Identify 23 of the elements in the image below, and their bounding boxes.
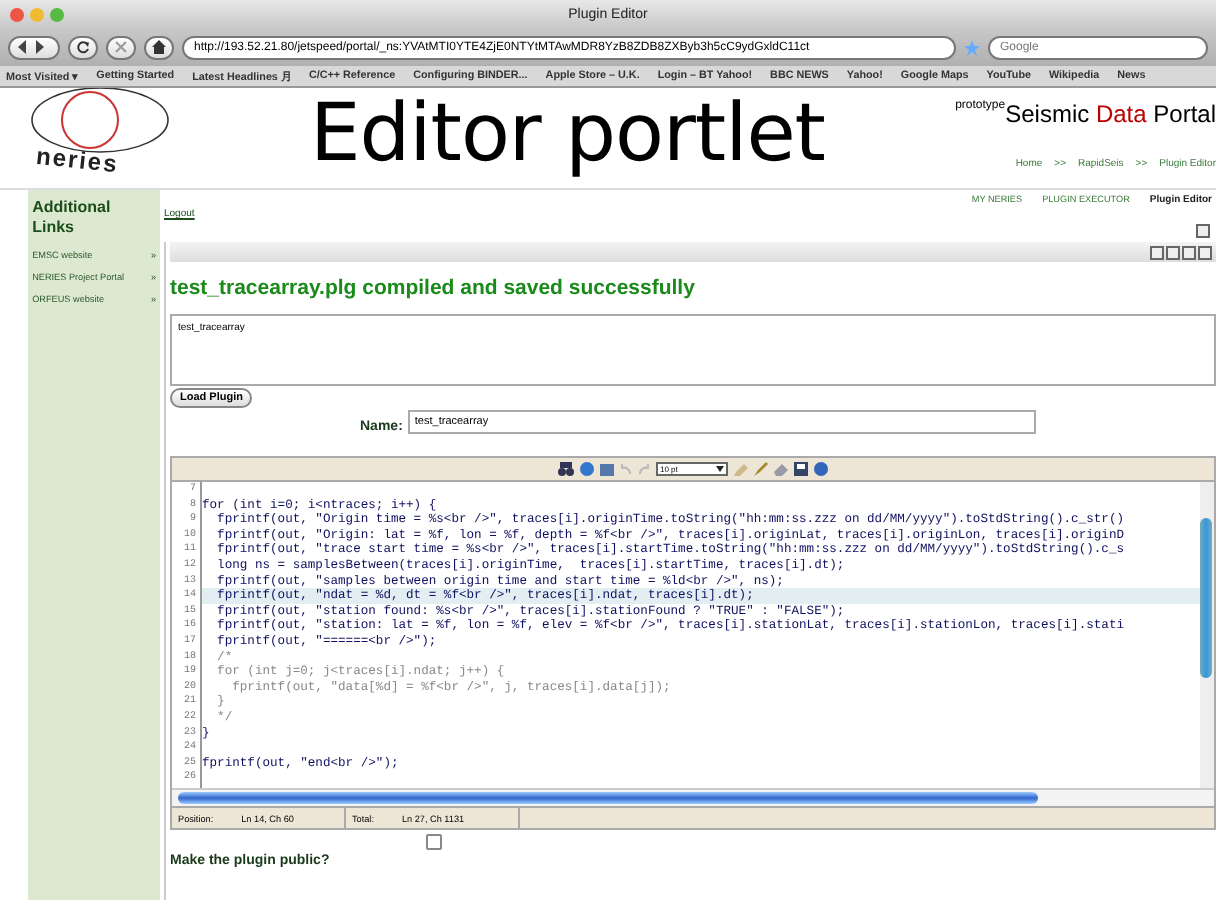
window-button-icon[interactable] (1196, 224, 1210, 238)
brush-icon[interactable] (754, 462, 768, 476)
horizontal-scrollbar[interactable] (172, 788, 1214, 806)
site-brand: Seismic Data Portal (1005, 100, 1216, 128)
public-checkbox[interactable] (426, 834, 442, 850)
reload-button[interactable] (68, 35, 98, 59)
close-icon (114, 40, 128, 54)
page-title: Editor portlet (310, 88, 825, 180)
back-forward-button[interactable] (8, 35, 60, 59)
caret-icon (716, 466, 724, 472)
stop-button[interactable] (106, 35, 136, 59)
window-icon[interactable] (600, 463, 614, 475)
save-icon[interactable] (794, 462, 808, 476)
star-icon[interactable] (964, 39, 980, 55)
eraser-icon[interactable] (774, 463, 788, 475)
home-button[interactable] (144, 35, 174, 59)
vertical-scrollbar[interactable] (1200, 482, 1214, 788)
house-icon (152, 40, 166, 54)
binoculars-icon[interactable] (558, 462, 574, 476)
reload-icon (76, 40, 90, 54)
success-message: test_tracearray.plg compiled and saved successfully (170, 276, 697, 300)
sidebar-title: Additional Links (32, 198, 113, 238)
code-editor[interactable] (170, 456, 1216, 830)
